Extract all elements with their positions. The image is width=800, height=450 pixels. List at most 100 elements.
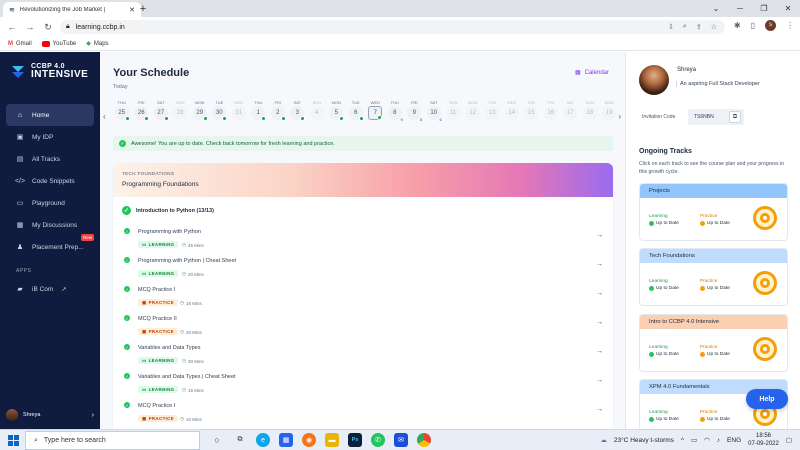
edge-icon[interactable]: e <box>256 433 270 447</box>
store-icon[interactable]: ▦ <box>279 433 293 447</box>
sidebar-item-code-snippets[interactable]: </> Code Snippets <box>6 170 94 192</box>
close-tab-icon[interactable]: ✕ <box>129 6 135 14</box>
whatsapp-icon[interactable]: ✆ <box>371 433 385 447</box>
task-view-icon[interactable]: ⧉ <box>233 433 247 447</box>
file-explorer-icon[interactable]: ▬ <box>325 433 339 447</box>
sidebar-user[interactable]: Shreya › <box>6 409 94 421</box>
day-item[interactable]: FRI 26 <box>132 100 152 121</box>
ongoing-track-card[interactable]: Tech Foundations Learning Up to Date Practi… <box>639 248 788 306</box>
bookmark-star-icon[interactable]: ☆ <box>711 23 717 31</box>
battery-icon[interactable]: ▭ <box>691 436 697 444</box>
list-item[interactable]: ✓ Programming with Python | Cheat Sheet ▭ L… <box>122 255 607 284</box>
notification-icon[interactable]: ▢ <box>786 436 792 444</box>
reload-button[interactable]: ↻ <box>42 21 54 33</box>
day-item[interactable]: FRI 9 8 <box>405 100 425 122</box>
zoom-icon[interactable]: ⌕ <box>683 23 687 31</box>
day-item[interactable]: THU 25 <box>112 100 132 121</box>
day-item[interactable]: SAT 3 <box>288 100 308 121</box>
day-item[interactable]: THU 8 9 <box>385 100 405 122</box>
wifi-icon[interactable]: ◠ <box>704 436 710 444</box>
list-item[interactable]: ✓ MCQ Practice I ▣ PRACTICE ◷ 15 Mins → <box>122 284 607 313</box>
arrow-right-icon[interactable]: → <box>596 377 603 384</box>
list-item[interactable]: ✓ Variables and Data Types | Cheat Sheet ▭… <box>122 371 607 400</box>
firefox-icon[interactable]: ◉ <box>302 433 316 447</box>
sidebar-item-placement-prep[interactable]: ♟ Placement Prep... New <box>6 234 95 258</box>
day-item[interactable]: SUN 28 <box>171 100 191 120</box>
close-window-button[interactable]: ✕ <box>776 0 800 17</box>
ongoing-track-card[interactable]: Intro to CCBP 4.0 Intensive Learning Up to… <box>639 314 788 372</box>
sidepanel-icon[interactable]: ▯ <box>751 21 755 30</box>
day-item[interactable]: MON 29 <box>190 100 210 121</box>
help-button[interactable]: Help <box>746 389 788 409</box>
clock[interactable]: 18:56 07-09-2022 <box>748 432 779 448</box>
day-item[interactable]: WED 31 <box>229 100 249 120</box>
day-item[interactable]: MON 19 <box>600 100 620 120</box>
weather-text[interactable]: 23°C Heavy t-storms <box>614 437 674 444</box>
mail-icon[interactable]: ✉ <box>394 433 408 447</box>
language-indicator[interactable]: ENG <box>727 437 741 444</box>
chevron-right-icon[interactable]: › <box>618 112 621 121</box>
day-item[interactable]: SUN 11 <box>444 100 464 120</box>
sidebar-item-home[interactable]: ⌂ Home <box>6 104 94 126</box>
windows-start-icon[interactable] <box>8 435 19 446</box>
install-icon[interactable]: ⇩ <box>668 23 674 31</box>
arrow-right-icon[interactable]: → <box>596 406 603 413</box>
course-header[interactable]: ✓ Introduction to Python (13/13) <box>122 206 214 215</box>
sidebar-item-my-idp[interactable]: ▣ My IDP <box>6 126 94 148</box>
day-item[interactable]: THU 1 <box>249 100 269 121</box>
forward-button[interactable]: → <box>24 21 36 33</box>
tray-chevron-icon[interactable]: ^ <box>681 437 684 444</box>
arrow-right-icon[interactable]: → <box>596 232 603 239</box>
ongoing-track-card[interactable]: Projects Learning Up to Date Practice Up to … <box>639 183 788 241</box>
day-item[interactable]: FRI 2 <box>268 100 288 121</box>
volume-icon[interactable]: ♪ <box>717 437 720 444</box>
logo[interactable]: CCBP 4.0 INTENSIVE <box>9 62 88 80</box>
bookmark-gmail[interactable]: M Gmail <box>8 41 32 47</box>
photoshop-icon[interactable]: Ps <box>348 433 362 447</box>
sidebar-item-all-tracks[interactable]: ▤ All Tracks <box>6 148 94 170</box>
share-icon[interactable]: ⇪ <box>696 23 702 31</box>
extensions-icon[interactable]: ✱ <box>734 21 741 30</box>
day-item[interactable]: FRI 16 <box>541 100 561 120</box>
day-item[interactable]: SAT 10 6 <box>424 100 444 122</box>
maximize-button[interactable]: ❐ <box>752 0 776 17</box>
address-bar[interactable]: 🔒︎ learning.ccbp.in ⇩ ⌕ ⇪ ☆ <box>60 20 725 34</box>
day-item[interactable]: TUE 30 <box>210 100 230 121</box>
profile-avatar[interactable]: s <box>765 20 776 31</box>
back-button[interactable]: ← <box>6 21 18 33</box>
sidebar-item-my-discussions[interactable]: ▦ My Discussions <box>6 214 94 236</box>
day-item[interactable]: SAT 17 <box>561 100 581 120</box>
menu-dots-icon[interactable]: ⋮ <box>786 21 794 30</box>
browser-tab[interactable]: ≋ Revolutionizing the Job Market | ✕ <box>3 2 141 17</box>
bookmark-maps[interactable]: ◆ Maps <box>86 40 108 48</box>
list-item[interactable]: ✓ Programming with Python ▭ LEARNING ◷ 45 Min… <box>122 226 607 255</box>
copy-icon[interactable]: ⧉ <box>729 111 741 123</box>
arrow-right-icon[interactable]: → <box>596 348 603 355</box>
day-item[interactable]: SUN 18 <box>580 100 600 120</box>
arrow-right-icon[interactable]: → <box>596 290 603 297</box>
new-tab-button[interactable]: + <box>137 3 149 15</box>
calendar-link[interactable]: ▦ Calendar <box>575 69 609 77</box>
chevron-down-icon[interactable]: ⌄ <box>704 0 728 17</box>
day-item[interactable]: SUN 4 <box>307 100 327 120</box>
chevron-left-icon[interactable]: ‹ <box>103 112 106 121</box>
avatar[interactable] <box>639 65 669 95</box>
sidebar-item-playground[interactable]: ▭ Playground <box>6 192 94 214</box>
list-item[interactable]: ✓ MCQ Practice II ▣ PRACTICE ◷ 20 Mins → <box>122 313 607 342</box>
chrome-icon[interactable] <box>417 433 431 447</box>
day-item[interactable]: TUE 6 <box>346 100 366 121</box>
arrow-right-icon[interactable]: → <box>596 319 603 326</box>
day-item[interactable]: WED 7 <box>366 100 386 120</box>
day-item[interactable]: MON 12 <box>463 100 483 120</box>
day-item[interactable]: THU 15 <box>522 100 542 120</box>
taskbar-search[interactable]: ⌕ Type here to search <box>25 431 200 450</box>
day-item[interactable]: SAT 27 <box>151 100 171 121</box>
minimize-button[interactable]: ─ <box>728 0 752 17</box>
day-item[interactable]: MON 5 <box>327 100 347 121</box>
day-item[interactable]: TUE 13 <box>483 100 503 120</box>
list-item[interactable]: ✓ Variables and Data Types ▭ LEARNING ◷ 30 Mi… <box>122 342 607 371</box>
cortana-icon[interactable]: ○ <box>210 433 224 447</box>
sidebar-item-ib-com[interactable]: ▰ iB Com ↗ <box>6 278 94 300</box>
day-item[interactable]: WED 14 <box>502 100 522 120</box>
bookmark-youtube[interactable]: YouTube <box>41 40 76 47</box>
